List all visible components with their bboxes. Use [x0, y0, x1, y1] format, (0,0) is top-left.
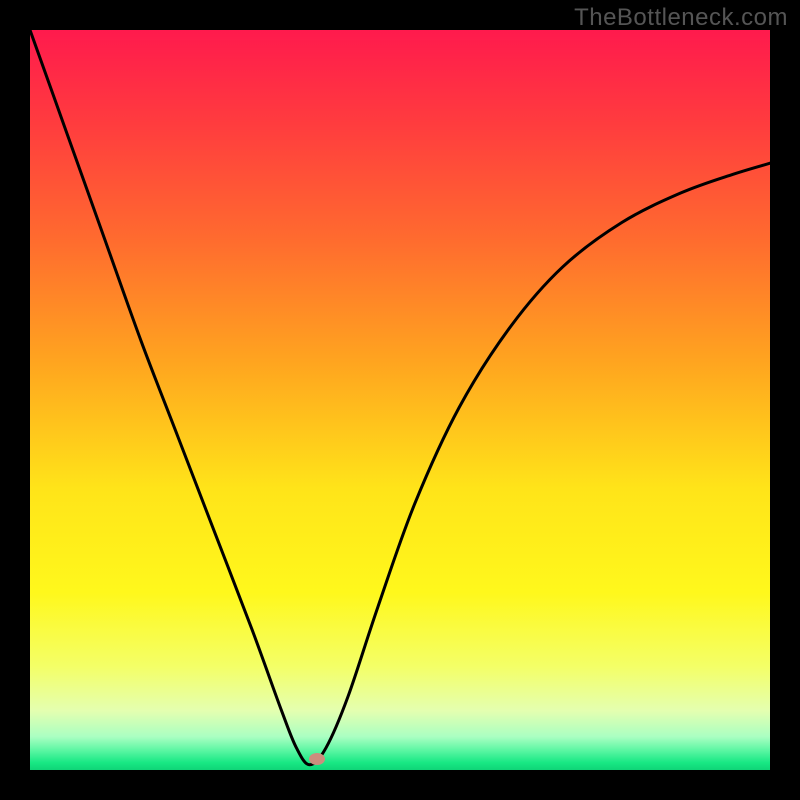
watermark-text: TheBottleneck.com: [574, 4, 788, 32]
plot-area: [30, 30, 770, 770]
optimal-point-marker: [309, 753, 325, 765]
chart-frame: TheBottleneck.com: [0, 0, 800, 800]
bottleneck-curve: [30, 30, 770, 770]
